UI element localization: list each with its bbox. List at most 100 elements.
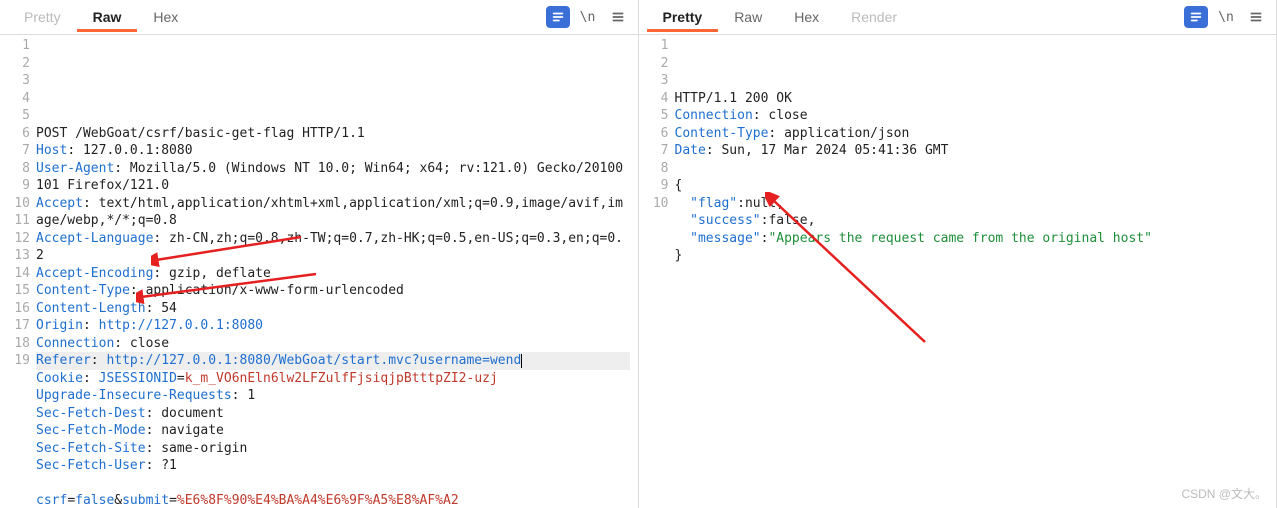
code-token: : bbox=[737, 196, 745, 211]
request-tabbar: Pretty Raw Hex \n bbox=[0, 0, 638, 35]
code-line[interactable]: Cookie: JSESSIONID=k_m_VO6nEln6lw2LFZulf… bbox=[36, 370, 630, 388]
code-token: User-Agent bbox=[36, 161, 114, 176]
code-line[interactable]: POST /WebGoat/csrf/basic-get-flag HTTP/1… bbox=[36, 125, 630, 143]
code-line[interactable]: "success":false, bbox=[675, 212, 1269, 230]
code-line[interactable]: "message":"Appears the request came from… bbox=[675, 230, 1269, 248]
code-token: false bbox=[768, 213, 807, 228]
code-token: : close bbox=[753, 108, 808, 123]
request-pane: Pretty Raw Hex \n 1234567891011121314151… bbox=[0, 0, 639, 508]
newline-toggle-icon[interactable]: \n bbox=[1214, 6, 1238, 28]
code-line[interactable]: Sec-Fetch-Dest: document bbox=[36, 405, 630, 423]
code-line[interactable]: Upgrade-Insecure-Requests: 1 bbox=[36, 387, 630, 405]
code-token: : application/json bbox=[768, 126, 909, 141]
code-line[interactable]: Content-Length: 54 bbox=[36, 300, 630, 318]
code-token: Cookie bbox=[36, 371, 83, 386]
request-code[interactable]: POST /WebGoat/csrf/basic-get-flag HTTP/1… bbox=[36, 37, 638, 508]
code-line[interactable]: Content-Type: application/x-www-form-url… bbox=[36, 282, 630, 300]
code-line[interactable]: HTTP/1.1 200 OK bbox=[675, 90, 1269, 108]
line-number: 17 bbox=[0, 317, 30, 335]
tab-render[interactable]: Render bbox=[835, 3, 913, 32]
line-number: 6 bbox=[0, 125, 30, 143]
newline-toggle-icon[interactable]: \n bbox=[576, 6, 600, 28]
code-token bbox=[675, 231, 691, 246]
response-tabbar: Pretty Raw Hex Render \n bbox=[639, 0, 1277, 35]
code-token: JSESSIONID bbox=[99, 371, 177, 386]
code-token: Sec-Fetch-Site bbox=[36, 441, 146, 456]
code-token: : application/x-www-form-urlencoded bbox=[130, 283, 404, 298]
code-line[interactable] bbox=[675, 160, 1269, 178]
code-line[interactable]: Accept: text/html,application/xhtml+xml,… bbox=[36, 195, 630, 230]
tab-raw[interactable]: Raw bbox=[718, 3, 778, 32]
code-line[interactable]: Referer: http://127.0.0.1:8080/WebGoat/s… bbox=[36, 352, 630, 370]
line-number: 2 bbox=[639, 55, 669, 73]
response-code[interactable]: HTTP/1.1 200 OKConnection: closeContent-… bbox=[675, 37, 1277, 508]
line-number: 8 bbox=[639, 160, 669, 178]
code-token: "message" bbox=[690, 231, 760, 246]
code-token: %E6%8F%90%E4%BA%A4%E6%9F%A5%E8%AF%A2 bbox=[177, 493, 459, 508]
line-number: 2 bbox=[0, 55, 30, 73]
code-line[interactable]: Origin: http://127.0.0.1:8080 bbox=[36, 317, 630, 335]
code-token: k_m_VO6nEln6lw2LFZulfFjsiqjpBtttpZI2-uzj bbox=[185, 371, 498, 386]
code-token: Connection bbox=[675, 108, 753, 123]
code-token: Content-Type bbox=[675, 126, 769, 141]
response-tabs: Pretty Raw Hex Render bbox=[647, 3, 914, 32]
line-number: 13 bbox=[0, 247, 30, 265]
code-line[interactable]: "flag":null, bbox=[675, 195, 1269, 213]
code-line[interactable]: } bbox=[675, 247, 1269, 265]
code-token: Content-Length bbox=[36, 301, 146, 316]
line-number: 5 bbox=[0, 107, 30, 125]
line-number: 3 bbox=[639, 72, 669, 90]
code-line[interactable]: Host: 127.0.0.1:8080 bbox=[36, 142, 630, 160]
watermark: CSDN @文大。 bbox=[1181, 485, 1267, 502]
code-token: Sec-Fetch-Mode bbox=[36, 423, 146, 438]
hamburger-icon[interactable] bbox=[606, 6, 630, 28]
code-token: : gzip, deflate bbox=[153, 266, 270, 281]
code-line[interactable]: Accept-Language: zh-CN,zh;q=0.8,zh-TW;q=… bbox=[36, 230, 630, 265]
tab-hex[interactable]: Hex bbox=[778, 3, 835, 32]
code-token: "flag" bbox=[690, 196, 737, 211]
code-token: & bbox=[114, 493, 122, 508]
code-token: , bbox=[776, 196, 784, 211]
line-number: 3 bbox=[0, 72, 30, 90]
tab-pretty[interactable]: Pretty bbox=[647, 3, 719, 32]
actions-icon[interactable] bbox=[546, 6, 570, 28]
code-token: = bbox=[177, 371, 185, 386]
line-number: 19 bbox=[0, 352, 30, 370]
code-token: , bbox=[808, 213, 816, 228]
text-cursor bbox=[521, 354, 522, 368]
tab-raw[interactable]: Raw bbox=[77, 3, 138, 32]
code-line[interactable]: Sec-Fetch-Mode: navigate bbox=[36, 422, 630, 440]
code-token: HTTP/1.1 200 OK bbox=[675, 91, 792, 106]
actions-icon[interactable] bbox=[1184, 6, 1208, 28]
code-token bbox=[675, 196, 691, 211]
hamburger-icon[interactable] bbox=[1244, 6, 1268, 28]
code-line[interactable]: User-Agent: Mozilla/5.0 (Windows NT 10.0… bbox=[36, 160, 630, 195]
code-line[interactable]: csrf=false&submit=%E6%8F%90%E4%BA%A4%E6%… bbox=[36, 492, 630, 508]
code-token: : bbox=[83, 318, 99, 333]
code-token: Accept-Language bbox=[36, 231, 153, 246]
code-token: Sec-Fetch-User bbox=[36, 458, 146, 473]
code-line[interactable]: Connection: close bbox=[36, 335, 630, 353]
line-number: 4 bbox=[639, 90, 669, 108]
line-number: 16 bbox=[0, 300, 30, 318]
code-line[interactable]: Sec-Fetch-User: ?1 bbox=[36, 457, 630, 475]
code-line[interactable]: Date: Sun, 17 Mar 2024 05:41:36 GMT bbox=[675, 142, 1269, 160]
request-editor[interactable]: 12345678910111213141516171819 POST /WebG… bbox=[0, 35, 638, 508]
line-number: 11 bbox=[0, 212, 30, 230]
tab-hex[interactable]: Hex bbox=[137, 3, 194, 32]
line-number: 5 bbox=[639, 107, 669, 125]
tab-pretty[interactable]: Pretty bbox=[8, 3, 77, 32]
code-line[interactable]: Accept-Encoding: gzip, deflate bbox=[36, 265, 630, 283]
code-line[interactable]: { bbox=[675, 177, 1269, 195]
request-gutter: 12345678910111213141516171819 bbox=[0, 37, 36, 508]
code-token: Upgrade-Insecure-Requests bbox=[36, 388, 232, 403]
code-line[interactable]: Connection: close bbox=[675, 107, 1269, 125]
code-line[interactable]: Content-Type: application/json bbox=[675, 125, 1269, 143]
code-line[interactable] bbox=[36, 475, 630, 493]
code-token: } bbox=[675, 248, 683, 263]
line-number: 7 bbox=[639, 142, 669, 160]
line-number: 14 bbox=[0, 265, 30, 283]
response-editor[interactable]: 12345678910 HTTP/1.1 200 OKConnection: c… bbox=[639, 35, 1277, 508]
code-line[interactable]: Sec-Fetch-Site: same-origin bbox=[36, 440, 630, 458]
code-token: null bbox=[745, 196, 776, 211]
